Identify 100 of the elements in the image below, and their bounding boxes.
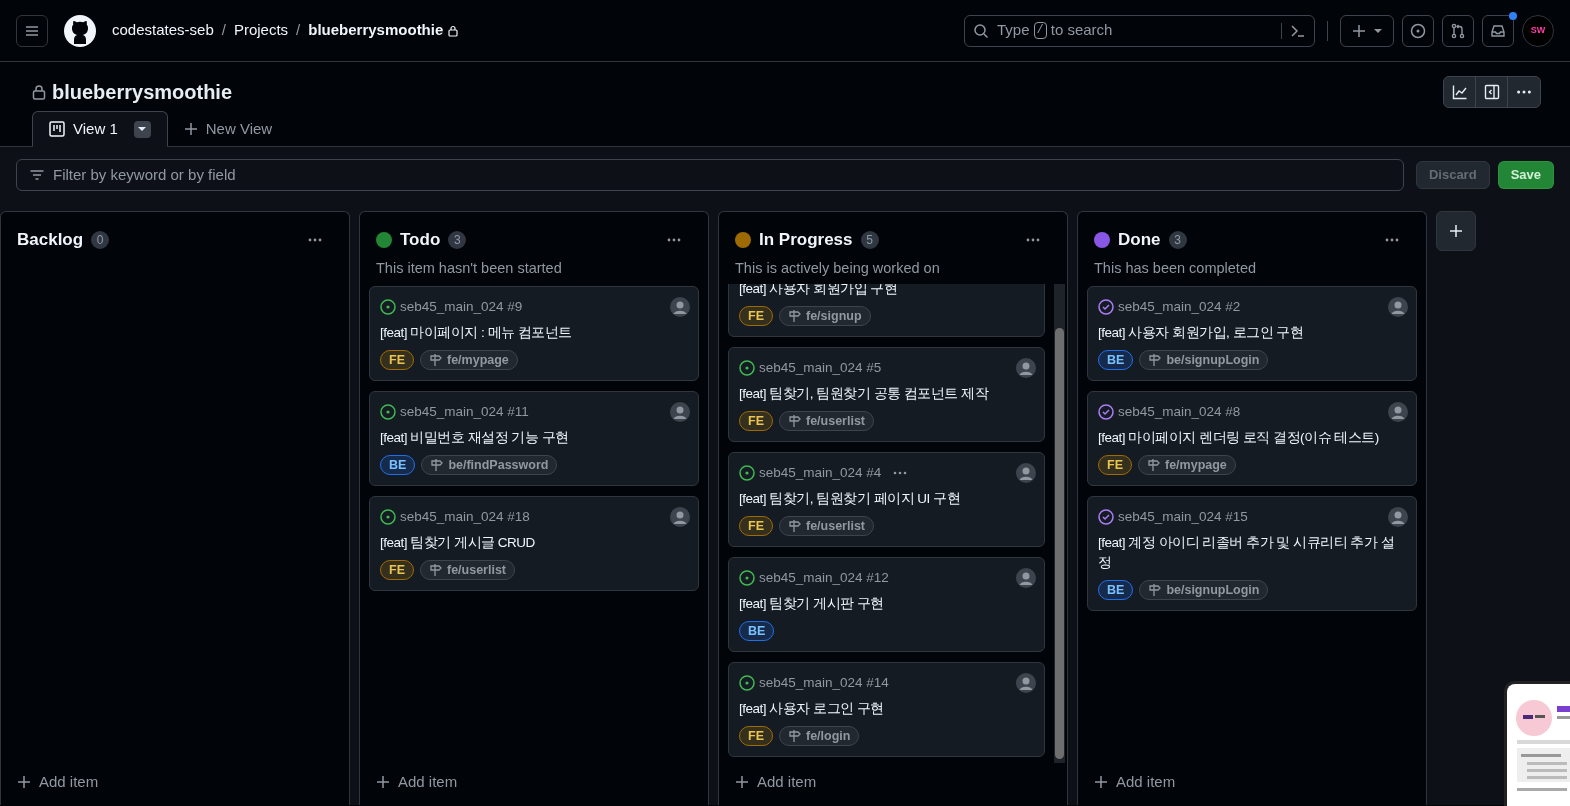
issue-label[interactable]: BE bbox=[1098, 350, 1134, 370]
issue-label[interactable]: FE bbox=[739, 726, 773, 746]
issue-reference[interactable]: seb45_main_024 #9 bbox=[400, 296, 523, 318]
breadcrumb-separator: / bbox=[296, 20, 301, 41]
issue-title[interactable]: [feat] 팀찾기, 팀원찾기 페이지 UI 구현 bbox=[739, 489, 1034, 509]
issue-card[interactable]: seb45_main_024 #18 [feat] 팀찾기 게시글 CRUD FE fe/userlist bbox=[369, 496, 699, 591]
issue-title[interactable]: [feat] 마이페이지 : 메뉴 컴포넌트 bbox=[380, 323, 688, 343]
column-description: This is actively being worked on bbox=[735, 258, 941, 278]
count-badge: 3 bbox=[1168, 230, 1187, 249]
avatar-icon bbox=[670, 402, 690, 422]
issue-card[interactable]: seb45_main_024 #15 [feat] 계정 아이디 리졸버 추가 및 시큐리티 추가 설정 BE be/signupLogin bbox=[1087, 496, 1417, 611]
issue-title[interactable]: [feat] 마이페이지 렌더링 로직 결정(이슈 테스트) bbox=[1098, 428, 1406, 448]
branch-tag[interactable]: be/signupLogin bbox=[1139, 580, 1269, 600]
more-icon[interactable] bbox=[893, 469, 908, 477]
dropdown-button[interactable] bbox=[133, 120, 151, 138]
branch-tag[interactable]: fe/login bbox=[779, 726, 860, 746]
user-avatar[interactable]: SW bbox=[1522, 14, 1554, 47]
caret-icon bbox=[138, 127, 147, 131]
issue-label[interactable]: FE bbox=[739, 306, 773, 326]
plus-icon bbox=[1449, 224, 1463, 238]
add-item-button[interactable]: Add item bbox=[1, 763, 349, 801]
issue-card[interactable]: seb45_main_024 #8 [feat] 마이페이지 렌더링 로직 결정(이슈 테스트) FE fe/mypage bbox=[1087, 391, 1417, 486]
issue-card[interactable]: seb45_main_024 #5 [feat] 팀찾기, 팀원찾기 공통 컴포넌트 제작 FE fe/userlist bbox=[728, 347, 1045, 442]
breadcrumb-link[interactable]: blueberrysmoothie bbox=[308, 19, 444, 42]
issue-card[interactable]: seb45_main_024 #2 [feat] 사용자 회원가입, 로그인 구현 BE be/signupLogin bbox=[1087, 286, 1417, 381]
branch-tag[interactable]: be/findPassword bbox=[421, 455, 558, 475]
add-item-button[interactable]: Add item bbox=[1078, 763, 1426, 801]
avatar-icon bbox=[1016, 673, 1036, 693]
issue-label[interactable]: FE bbox=[380, 350, 414, 370]
plus-icon bbox=[735, 775, 749, 789]
issues-button[interactable] bbox=[1402, 14, 1434, 47]
view-tab[interactable]: New View bbox=[167, 111, 289, 147]
chart-icon bbox=[1451, 84, 1468, 100]
issue-card[interactable]: seb45_main_024 #11 [feat] 비밀번호 재설정 기능 구현 BE be/findPassword bbox=[369, 391, 699, 486]
pull-requests-button[interactable] bbox=[1442, 14, 1474, 47]
issue-title[interactable]: [feat] 비밀번호 재설정 기능 구현 bbox=[380, 428, 688, 448]
issue-reference[interactable]: seb45_main_024 #4 bbox=[759, 462, 882, 484]
avatar-icon bbox=[1388, 507, 1408, 527]
count-badge: 5 bbox=[860, 230, 879, 249]
column-title: Backlog bbox=[17, 229, 84, 251]
filter-icon bbox=[29, 167, 45, 183]
scrollbar-track[interactable] bbox=[1054, 284, 1065, 763]
issue-title[interactable]: [feat] 사용자 로그인 구현 bbox=[739, 699, 1034, 719]
issue-title[interactable]: [feat] 계정 아이디 리졸버 추가 및 시큐리티 추가 설정 bbox=[1098, 533, 1406, 573]
menu-button[interactable] bbox=[16, 14, 48, 47]
plus-icon bbox=[1352, 23, 1366, 38]
branch-tag[interactable]: fe/mypage bbox=[1138, 455, 1236, 475]
signpost-icon bbox=[788, 414, 802, 428]
issue-card[interactable]: seb45_main_024 #9 [feat] 마이페이지 : 메뉴 컴포넌트 FE fe/mypage bbox=[369, 286, 699, 381]
issue-reference[interactable]: seb45_main_024 #12 bbox=[759, 567, 889, 589]
branch-tag[interactable]: be/signupLogin bbox=[1139, 350, 1269, 370]
issue-reference[interactable]: seb45_main_024 #2 bbox=[1118, 296, 1241, 318]
issue-card[interactable]: seb45_main_024 #4 [feat] 팀찾기, 팀원찾기 페이지 UI 구현 FE fe/userlist bbox=[728, 452, 1045, 547]
avatar-icon bbox=[1016, 358, 1036, 378]
column-description: This item hasn't been started bbox=[376, 258, 563, 278]
more-icon bbox=[1517, 90, 1531, 94]
issue-label[interactable]: BE bbox=[739, 621, 775, 641]
branch-tag[interactable]: fe/userlist bbox=[779, 411, 875, 431]
count-badge: 0 bbox=[91, 230, 110, 249]
scrollbar-thumb[interactable] bbox=[1055, 328, 1064, 759]
branch-tag[interactable]: fe/userlist bbox=[420, 560, 516, 580]
issue-title[interactable]: [feat] 팀찾기 게시판 구현 bbox=[739, 594, 1034, 614]
add-item-button[interactable]: Add item bbox=[360, 763, 708, 801]
logo-icon[interactable] bbox=[64, 14, 96, 47]
issue-reference[interactable]: seb45_main_024 #18 bbox=[400, 506, 530, 528]
filter-field[interactable]: Filter by keyword or by field bbox=[16, 159, 1404, 191]
issue-reference[interactable]: seb45_main_024 #11 bbox=[400, 401, 529, 423]
branch-tag[interactable]: fe/userlist bbox=[779, 516, 875, 536]
add-item-button[interactable]: Add item bbox=[719, 763, 1067, 801]
inbox-icon bbox=[1490, 22, 1506, 39]
issue-reference[interactable]: seb45_main_024 #14 bbox=[759, 672, 889, 694]
view-tab[interactable]: View 1 bbox=[32, 111, 168, 147]
issue-label[interactable]: BE bbox=[1098, 580, 1134, 600]
breadcrumb-link[interactable]: codestates-seb bbox=[112, 19, 214, 42]
issue-label[interactable]: FE bbox=[380, 560, 414, 580]
avatar-icon bbox=[1388, 297, 1408, 317]
issue-title[interactable]: [feat] 팀찾기 게시글 CRUD bbox=[380, 533, 688, 553]
signpost-icon bbox=[1147, 458, 1161, 472]
issue-reference[interactable]: seb45_main_024 #8 bbox=[1118, 401, 1241, 423]
issue-card[interactable]: seb45_main_024 #12 [feat] 팀찾기 게시판 구현 BE bbox=[728, 557, 1045, 652]
terminal-icon[interactable] bbox=[1290, 22, 1306, 39]
issue-title[interactable]: [feat] 팀찾기, 팀원찾기 공통 컴포넌트 제작 bbox=[739, 384, 1034, 404]
search-field[interactable]: Type / to search bbox=[964, 14, 1315, 47]
issue-label[interactable]: FE bbox=[739, 411, 773, 431]
breadcrumb-link[interactable]: Projects bbox=[233, 19, 289, 42]
issue-card[interactable]: seb45_main_024 #14 [feat] 사용자 로그인 구현 FE fe/login bbox=[728, 662, 1045, 757]
issue-label[interactable]: BE bbox=[380, 455, 416, 475]
issue-reference[interactable]: seb45_main_024 #5 bbox=[759, 357, 882, 379]
signpost-icon bbox=[430, 458, 445, 472]
column-description: This has been completed bbox=[1094, 258, 1257, 278]
save-button[interactable]: Save bbox=[1497, 161, 1554, 189]
create-button[interactable] bbox=[1340, 14, 1394, 47]
issue-title[interactable]: [feat] 사용자 회원가입, 로그인 구현 bbox=[1098, 323, 1406, 343]
add-column-button[interactable] bbox=[1436, 211, 1476, 251]
signpost-icon bbox=[788, 729, 802, 743]
issue-reference[interactable]: seb45_main_024 #15 bbox=[1118, 506, 1248, 528]
issue-label[interactable]: FE bbox=[1098, 455, 1132, 475]
branch-tag[interactable]: fe/mypage bbox=[420, 350, 518, 370]
branch-tag[interactable]: fe/signup bbox=[779, 306, 871, 326]
issue-label[interactable]: FE bbox=[739, 516, 773, 536]
